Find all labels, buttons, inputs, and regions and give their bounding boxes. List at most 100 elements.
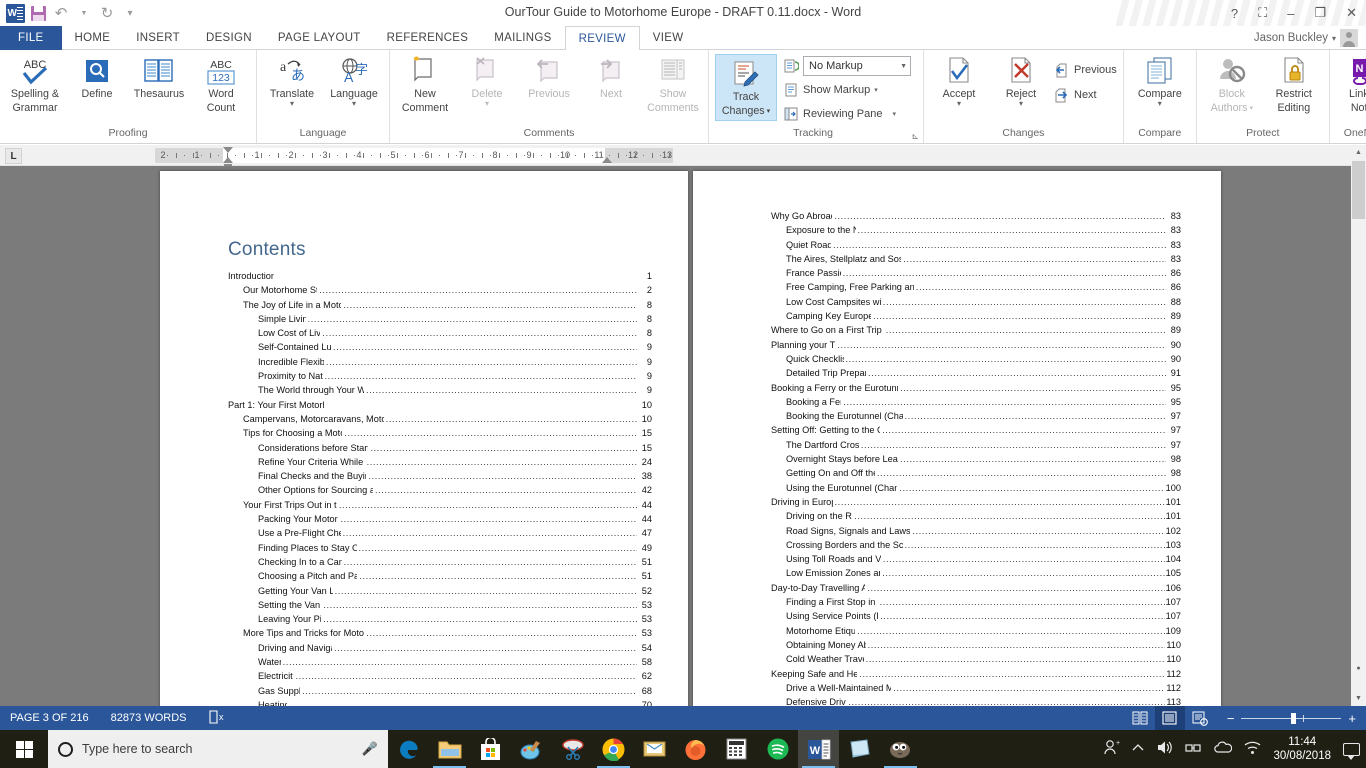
toc-entry[interactable]: Use a Pre-Flight Checklist..............… (258, 526, 652, 540)
toc-entry[interactable]: Driving in Europe.......................… (771, 495, 1181, 509)
word-count-indicator[interactable]: 82873 WORDS (111, 712, 187, 724)
taskbar-gimp[interactable] (880, 730, 921, 768)
wifi-icon[interactable] (1244, 741, 1261, 758)
toc-entry[interactable]: The Joy of Life in a Motorhome..........… (243, 298, 652, 312)
toc-entry[interactable]: Driving and Navigation..................… (258, 641, 652, 655)
toc-entry[interactable]: Camping Key Europe Card.................… (786, 309, 1181, 323)
microphone-icon[interactable]: 🎤 (362, 741, 378, 757)
toc-entry[interactable]: Exposure to the New.....................… (786, 223, 1181, 237)
toc-entry[interactable]: Electricity.............................… (258, 669, 652, 683)
chevron-down-icon[interactable]: ▾ (352, 101, 356, 107)
tab-review[interactable]: REVIEW (565, 26, 640, 51)
chevron-down-icon[interactable]: ▾ (957, 101, 961, 107)
tab-insert[interactable]: INSERT (123, 26, 193, 50)
toc-entry[interactable]: Introduction............................… (228, 269, 652, 283)
horizontal-ruler[interactable]: 2 1 1 2 3 4 5 6 7 8 9 10 11 12 13 (155, 148, 673, 163)
toc-entry[interactable]: Using Toll Roads and Vignettes..........… (786, 552, 1181, 566)
block-authors-button[interactable]: Block Authors ▾ (1201, 52, 1263, 117)
toc-entry[interactable]: Low Emission Zones and ZTLs.............… (786, 566, 1181, 580)
track-changes-button[interactable]: Track Changes ▾ (715, 54, 777, 121)
toc-entry[interactable]: Considerations before Starting to Look..… (258, 441, 652, 455)
toc-entry[interactable]: The World through Your Windscreen.......… (258, 383, 652, 397)
taskbar-mozilla-firefox[interactable] (675, 730, 716, 768)
close-button[interactable]: ✕ (1341, 5, 1362, 21)
taskbar-sticky-notes[interactable] (839, 730, 880, 768)
previous-comment-button[interactable]: Previous (518, 52, 580, 104)
toc-entry[interactable]: The Aires, Stellplatz and Sostas Network… (786, 252, 1181, 266)
toc-entry[interactable]: Gas Supply..............................… (258, 684, 652, 698)
toc-entry[interactable]: Cold Weather Travelling.................… (786, 652, 1181, 666)
toc-entry[interactable]: Setting Off: Getting to the Continent...… (771, 423, 1181, 437)
taskbar-paint[interactable] (511, 730, 552, 768)
tab-design[interactable]: DESIGN (193, 26, 265, 50)
previous-change-button[interactable]: Previous (1052, 59, 1119, 81)
zoom-control[interactable]: − + (1227, 711, 1356, 726)
document-page-left[interactable]: Contents Introduction...................… (160, 171, 688, 706)
first-line-indent-marker[interactable] (223, 147, 233, 153)
taskbar-spotify[interactable] (757, 730, 798, 768)
tab-references[interactable]: REFERENCES (374, 26, 482, 50)
toc-entry[interactable]: Your First Trips Out in the UK..........… (243, 498, 652, 512)
toc-entry[interactable]: Finding Places to Stay Overnight........… (258, 541, 652, 555)
toc-entry[interactable]: Getting Your Van Level..................… (258, 584, 652, 598)
toc-entry[interactable]: Our Motorhome Story.....................… (243, 283, 652, 297)
tracking-dialog-launcher-icon[interactable]: ⊾ (911, 131, 919, 142)
toc-entry[interactable]: Getting On and Off the Ferry............… (786, 466, 1181, 480)
search-input[interactable]: Type here to search 🎤 (48, 730, 388, 768)
taskbar-google-chrome[interactable] (593, 730, 634, 768)
toc-entry[interactable]: Booking a Ferry or the Eurotunnel (Chunn… (771, 381, 1181, 395)
minimize-button[interactable]: – (1282, 6, 1299, 21)
taskbar-mail[interactable] (634, 730, 675, 768)
toc-entry[interactable]: Driving on the Right....................… (786, 509, 1181, 523)
people-icon[interactable]: + (1103, 739, 1120, 759)
chevron-down-icon[interactable]: ▼ (900, 63, 907, 70)
toc-entry[interactable]: Leaving Your Pitch......................… (258, 612, 652, 626)
next-comment-button[interactable]: Next (580, 52, 642, 104)
chevron-down-icon[interactable]: ▾ (290, 101, 294, 107)
zoom-slider[interactable] (1241, 718, 1341, 719)
toc-entry[interactable]: Keeping Safe and Healthy................… (771, 667, 1181, 681)
translate-button[interactable]: a あ Translate ▾ (261, 52, 323, 110)
zoom-out-button[interactable]: − (1227, 711, 1235, 726)
markup-view-select[interactable]: No Markup ▼ (803, 56, 911, 76)
delete-comment-button[interactable]: Delete ▾ (456, 52, 518, 110)
toc-entry[interactable]: Low Cost of Living......................… (258, 326, 652, 340)
avatar[interactable] (1340, 29, 1358, 47)
show-markup-button[interactable]: Show Markup ▾ (781, 79, 913, 101)
toc-entry[interactable]: Other Options for Sourcing a Motorhome..… (258, 483, 652, 497)
chevron-down-icon[interactable]: ▾ (767, 106, 771, 118)
save-icon[interactable] (27, 2, 49, 24)
new-comment-button[interactable]: New Comment (394, 52, 456, 117)
zoom-in-button[interactable]: + (1348, 711, 1356, 726)
toc-entry[interactable]: Part 1: Your First Motorhome............… (228, 398, 652, 412)
account-area[interactable]: Jason Buckley ▾ (1254, 29, 1358, 47)
taskbar-microsoft-store[interactable] (470, 730, 511, 768)
toc-entry[interactable]: Choosing a Pitch and Parking Up.........… (258, 569, 652, 583)
network-icon[interactable] (1185, 741, 1202, 758)
customize-qat-icon[interactable]: ▾ (119, 2, 141, 24)
chevron-down-icon[interactable]: ▾ (1332, 34, 1336, 43)
toc-entry[interactable]: Overnight Stays before Leaving the UK...… (786, 452, 1181, 466)
toc-entry[interactable]: Detailed Trip Preparation...............… (786, 366, 1181, 380)
toc-entry[interactable]: Defensive Driving.......................… (786, 695, 1181, 706)
toc-entry[interactable]: Final Checks and the Buying Process.....… (258, 469, 652, 483)
toc-entry[interactable]: Refine Your Criteria While Searching....… (258, 455, 652, 469)
scrollbar-thumb[interactable] (1352, 161, 1365, 219)
toc-entry[interactable]: More Tips and Tricks for Motorhome Trips… (243, 626, 652, 640)
tab-stop-selector[interactable]: L (5, 148, 22, 164)
taskbar-file-explorer[interactable] (429, 730, 470, 768)
action-center-icon[interactable] (1343, 743, 1360, 756)
accept-button[interactable]: Accept ▾ (928, 52, 990, 110)
toc-entry[interactable]: Drive a Well-Maintained Motorhome.......… (786, 681, 1181, 695)
toc-entry[interactable]: Free Camping, Free Parking and Wild Camp… (786, 280, 1181, 294)
toc-entry[interactable]: Packing Your Motorhome..................… (258, 512, 652, 526)
taskbar-microsoft-word[interactable]: W (798, 730, 839, 768)
scroll-down-arrow-icon[interactable]: ▼ (1351, 691, 1366, 706)
toc-entry[interactable]: Booking the Eurotunnel (Channel Tunnel).… (786, 409, 1181, 423)
start-button[interactable] (0, 730, 48, 768)
toc-entry[interactable]: Using the Eurotunnel (Channel Tunnel)...… (786, 481, 1181, 495)
toc-entry[interactable]: Self-Contained Luxury...................… (258, 340, 652, 354)
toc-entry[interactable]: Quick Checklists........................… (786, 352, 1181, 366)
right-indent-marker[interactable] (602, 157, 612, 163)
toc-entry[interactable]: Quiet Roads.............................… (786, 238, 1181, 252)
